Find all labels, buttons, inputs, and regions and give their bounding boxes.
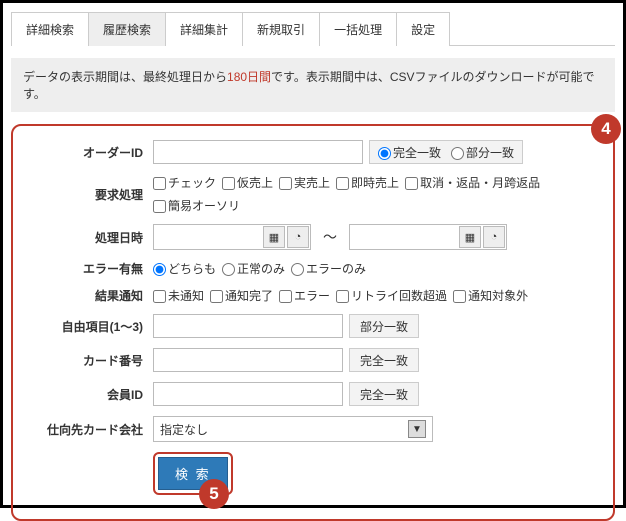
free-match-partial: 部分一致 [349, 314, 419, 338]
dest-card-value: 指定なし [160, 421, 208, 438]
label-member-id: 会員ID [17, 386, 153, 403]
order-id-match-partial[interactable]: 部分一致 [451, 144, 514, 161]
cb-notify-none[interactable]: 未通知 [153, 287, 204, 304]
free-item-input[interactable] [153, 314, 343, 338]
rb-error-both[interactable]: どちらも [153, 260, 216, 277]
info-days: 180日間 [227, 70, 271, 84]
rb-error-only[interactable]: エラーのみ [291, 260, 366, 277]
date-from-calendar-icon[interactable]: ▦ [263, 226, 285, 248]
label-notify: 結果通知 [17, 287, 153, 304]
callout-5-icon: 5 [199, 479, 229, 509]
card-match-full: 完全一致 [349, 348, 419, 372]
order-id-input[interactable] [153, 140, 363, 164]
order-id-match: 完全一致 部分一致 [369, 140, 523, 164]
label-order-id: オーダーID [17, 144, 153, 161]
member-id-input[interactable] [153, 382, 343, 406]
date-tilde: ～ [317, 227, 343, 247]
info-text-1: データの表示期間は、最終処理日から [23, 70, 227, 84]
callout-4-icon: 4 [591, 114, 621, 144]
cb-notify-excluded[interactable]: 通知対象外 [453, 287, 528, 304]
cb-instant[interactable]: 即時売上 [336, 174, 399, 191]
tab-batch-process[interactable]: 一括処理 [319, 12, 397, 46]
cb-notify-error[interactable]: エラー [279, 287, 330, 304]
label-card-no: カード番号 [17, 352, 153, 369]
order-id-match-full[interactable]: 完全一致 [378, 144, 441, 161]
cb-cancel-return[interactable]: 取消・返品・月跨返品 [405, 174, 540, 191]
tab-new-transaction[interactable]: 新規取引 [242, 12, 320, 46]
label-dest-card: 仕向先カード会社 [17, 421, 153, 438]
date-to-calendar-icon[interactable]: ▦ [459, 226, 481, 248]
date-from-clock-icon[interactable]: ◔ [287, 226, 309, 248]
date-from-input[interactable] [154, 226, 262, 248]
member-match-full: 完全一致 [349, 382, 419, 406]
date-to-wrap: ▦ ◔ [349, 224, 507, 250]
tab-history-search[interactable]: 履歴検索 [88, 12, 166, 46]
info-bar: データの表示期間は、最終処理日から180日間です。表示期間中は、CSVファイルの… [11, 58, 615, 112]
date-to-clock-icon[interactable]: ◔ [483, 226, 505, 248]
tab-settings[interactable]: 設定 [396, 12, 450, 46]
cb-provisional[interactable]: 仮売上 [222, 174, 273, 191]
cb-notify-done[interactable]: 通知完了 [210, 287, 273, 304]
cb-real[interactable]: 実売上 [279, 174, 330, 191]
dest-card-select[interactable]: 指定なし ▼ [153, 416, 433, 442]
tab-bar: 詳細検索 履歴検索 詳細集計 新規取引 一括処理 設定 [11, 11, 615, 46]
search-form: 4 オーダーID 完全一致 部分一致 要求処理 チェック 仮売上 実売上 即時売… [11, 124, 615, 521]
label-request: 要求処理 [17, 186, 153, 203]
date-to-input[interactable] [350, 226, 458, 248]
label-free: 自由項目(1～3) [17, 318, 153, 335]
rb-error-ok[interactable]: 正常のみ [222, 260, 285, 277]
cb-check[interactable]: チェック [153, 174, 216, 191]
card-no-input[interactable] [153, 348, 343, 372]
cb-simple-auth[interactable]: 簡易オーソリ [153, 197, 240, 214]
cb-notify-retry[interactable]: リトライ回数超過 [336, 287, 447, 304]
tab-detail-aggregate[interactable]: 詳細集計 [165, 12, 243, 46]
tab-detail-search[interactable]: 詳細検索 [11, 12, 89, 46]
date-from-wrap: ▦ ◔ [153, 224, 311, 250]
label-error: エラー有無 [17, 260, 153, 277]
label-proc-date: 処理日時 [17, 229, 153, 246]
chevron-down-icon: ▼ [408, 420, 426, 438]
